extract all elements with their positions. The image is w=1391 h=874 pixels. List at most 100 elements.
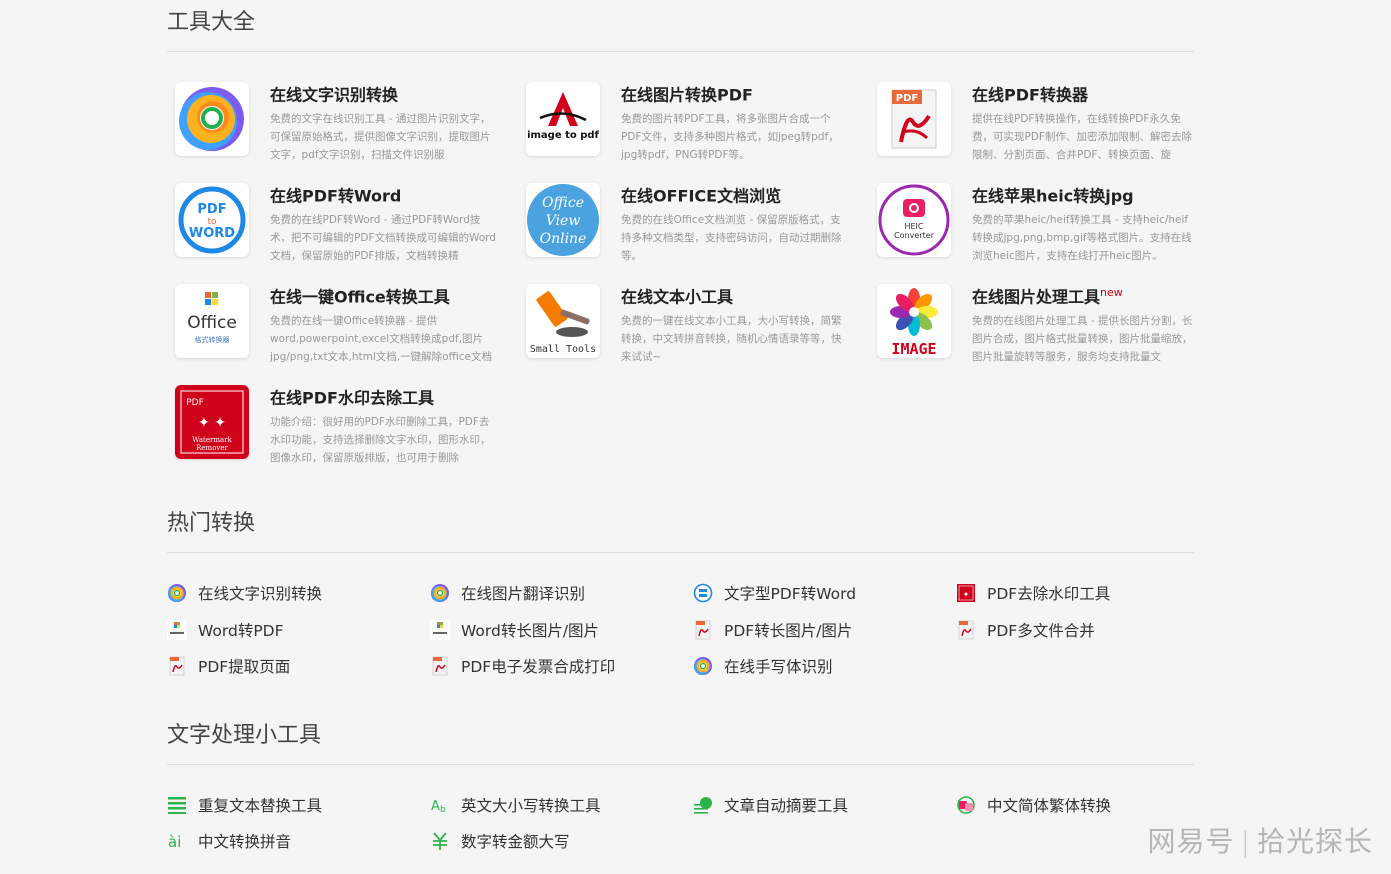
tool-card-office-converter[interactable]: Office 格式转换器 在线一键Office转换工具 免费的在线一键Offic… — [167, 284, 518, 363]
link-label: 在线文字识别转换 — [198, 585, 323, 604]
section-title-hot: 热门转换 — [167, 501, 1194, 553]
tool-desc: 免费的苹果heic/heif转换工具 - 支持heic/heif转换成jpg,p… — [972, 214, 1192, 263]
svg-text:b: b — [440, 805, 446, 815]
link-label: PDF多文件合并 — [987, 621, 1095, 640]
link-label: PDF提取页面 — [198, 658, 291, 677]
hot-link-pdf-extract[interactable]: PDF提取页面 — [167, 648, 430, 685]
text-links-grid: 重复文本替换工具 Ab 英文大小写转换工具 文章自动摘要工具 中文简体繁体转换 … — [167, 765, 1194, 874]
hot-link-word-to-image[interactable]: Word转长图片/图片 — [430, 612, 693, 649]
link-label: 数字转金额大写 — [461, 833, 570, 852]
text-link-replace[interactable]: 重复文本替换工具 — [167, 787, 430, 824]
tool-card-pdf-to-word[interactable]: PDF to WORD 在线PDF转Word 免费的在线PDF转Word - 通… — [167, 183, 518, 262]
hot-link-ocr[interactable]: 在线文字识别转换 — [167, 575, 430, 612]
summary-icon — [693, 795, 713, 815]
hot-link-word-to-pdf[interactable]: Word转PDF — [167, 612, 430, 649]
section-title-tools: 工具大全 — [167, 0, 1194, 52]
office-converter-icon: Office 格式转换器 — [175, 284, 249, 358]
link-label: 中文简体繁体转换 — [987, 796, 1112, 815]
tool-title[interactable]: 在线图片转换PDF — [621, 82, 849, 104]
pdf-to-word-icon: PDF to WORD — [175, 183, 249, 257]
tool-card-pdf-converter[interactable]: PDF 在线PDF转换器 提供在线PDF转换操作，在线转换PDF永久免费，可实现… — [869, 82, 1194, 161]
link-label: 在线图片翻译识别 — [461, 585, 586, 604]
image-flower-label: IMAGE — [891, 340, 936, 358]
tool-desc: 免费的文字在线识别工具 - 通过图片识别文字，可保留原始格式，提供图像文字识别，… — [270, 113, 491, 162]
ocr-ring-icon — [175, 82, 249, 156]
hot-link-handwriting[interactable]: 在线手写体识别 — [693, 648, 956, 685]
tool-card-office-view[interactable]: Office View Online 在线OFFICE文档浏览 免费的在线Off… — [518, 183, 869, 262]
tool-title[interactable]: 在线文字识别转换 — [270, 82, 498, 104]
pdf-converter-icon: PDF — [877, 82, 951, 156]
pdf-converter-icon — [430, 656, 450, 676]
tool-card-image-tools[interactable]: IMAGE 在线图片处理工具new 免费的在线图片处理工具 - 提供长图片分割，… — [869, 284, 1194, 363]
small-tools-label: Small Tools — [530, 344, 596, 355]
link-label: Word转PDF — [198, 621, 284, 640]
tool-desc: 免费的在线Office文档浏览 - 保留原版格式，支持多种文档类型，支持密码访问… — [621, 214, 842, 263]
tools-grid: 在线文字识别转换 免费的文字在线识别工具 - 通过图片识别文字，可保留原始格式，… — [167, 52, 1194, 501]
tool-card-watermark-remover[interactable]: PDF ✦ ✦ Watermark Remover 在线PDF水印去除工具 功能… — [167, 385, 518, 464]
hot-link-pdf-invoice[interactable]: PDF电子发票合成打印 — [430, 648, 693, 685]
tool-card-ocr[interactable]: 在线文字识别转换 免费的文字在线识别工具 - 通过图片识别文字，可保留原始格式，… — [167, 82, 518, 161]
tool-title[interactable]: 在线PDF转Word — [270, 183, 498, 205]
tool-card-small-tools[interactable]: Small Tools 在线文本小工具 免费的一键在线文本小工具，大小写转换，简… — [518, 284, 869, 363]
office-view-line3: Online — [540, 231, 587, 247]
tool-title[interactable]: 在线PDF转换器 — [972, 82, 1194, 104]
link-label: Word转长图片/图片 — [461, 621, 600, 640]
office-view-line2: View — [546, 213, 581, 229]
link-label: 重复文本替换工具 — [198, 796, 323, 815]
tool-title[interactable]: 在线一键Office转换工具 — [270, 284, 498, 306]
link-label: 中文转换拼音 — [198, 833, 292, 852]
tool-desc: 免费的图片转PDF工具，将多张图片合成一个PDF文件，支持多种图片格式，如jpe… — [621, 113, 839, 162]
watermark-remover-icon: ✦ — [956, 583, 976, 603]
pinyin-icon: ài — [167, 831, 187, 851]
text-link-case-convert[interactable]: Ab 英文大小写转换工具 — [430, 787, 693, 824]
link-label: PDF去除水印工具 — [987, 585, 1111, 604]
office-converter-line2: 格式转换器 — [195, 335, 230, 344]
office-view-online-icon: Office View Online — [526, 183, 600, 257]
tool-title[interactable]: 在线文本小工具 — [621, 284, 849, 306]
text-link-simplified-traditional[interactable]: 中文简体繁体转换 — [956, 787, 1194, 824]
link-label: 在线手写体识别 — [724, 658, 833, 677]
svg-text:A: A — [431, 799, 440, 814]
hot-link-pdf-merge[interactable]: PDF多文件合并 — [956, 612, 1194, 649]
watermark-remover-icon: PDF ✦ ✦ Watermark Remover — [175, 385, 249, 459]
tool-card-image-to-pdf[interactable]: image to pdf 在线图片转换PDF 免费的图片转PDF工具，将多张图片… — [518, 82, 869, 161]
site-watermark: 网易号 | 拾光探长 — [1147, 825, 1373, 858]
tool-title[interactable]: 在线图片处理工具new — [972, 284, 1194, 306]
hot-link-remove-watermark[interactable]: ✦ PDF去除水印工具 — [956, 575, 1194, 612]
text-link-currency[interactable]: 数字转金额大写 — [430, 823, 693, 860]
new-badge: new — [1100, 286, 1123, 299]
link-label: 文字型PDF转Word — [724, 585, 857, 604]
pdf-to-word-line3: WORD — [189, 226, 235, 241]
svg-text:ài: ài — [168, 833, 181, 851]
svg-text:✦ ✦: ✦ ✦ — [198, 415, 226, 431]
list-replace-icon — [167, 795, 187, 815]
tool-desc: 提供在线PDF转换操作，在线转换PDF永久免费，可实现PDF制作、加密添加限制、… — [972, 113, 1192, 162]
text-link-pinyin[interactable]: ài 中文转换拼音 — [167, 823, 430, 860]
link-label: PDF电子发票合成打印 — [461, 658, 616, 677]
ocr-ring-icon — [430, 583, 450, 603]
tool-desc: 功能介绍：很好用的PDF水印删除工具，PDF去水印功能，支持选择删除文字水印，图… — [270, 416, 491, 465]
tool-card-heic[interactable]: HEIC Converter 在线苹果heic转换jpg 免费的苹果heic/h… — [869, 183, 1194, 262]
hot-link-pdf-to-image[interactable]: PDF转长图片/图片 — [693, 612, 956, 649]
currency-icon — [430, 831, 450, 851]
heic-line1: HEIC — [904, 222, 923, 231]
pdf-converter-icon — [956, 620, 976, 640]
watermark-line2: Watermark — [192, 436, 232, 444]
heic-converter-icon: HEIC Converter — [877, 183, 951, 257]
tool-title[interactable]: 在线OFFICE文档浏览 — [621, 183, 849, 205]
section-title-text-tools: 文字处理小工具 — [167, 713, 1194, 765]
hot-link-image-translate[interactable]: 在线图片翻译识别 — [430, 575, 693, 612]
case-convert-icon: Ab — [430, 795, 450, 815]
ocr-ring-icon — [167, 583, 187, 603]
ocr-ring-icon — [693, 656, 713, 676]
svg-text:✦: ✦ — [963, 590, 970, 599]
simplified-traditional-icon — [956, 795, 976, 815]
link-label: 文章自动摘要工具 — [724, 796, 849, 815]
hot-link-pdf-to-word[interactable]: 文字型PDF转Word — [693, 575, 956, 612]
office-view-line1: Office — [542, 195, 584, 211]
image-to-pdf-icon: image to pdf — [526, 82, 600, 156]
text-link-summary[interactable]: 文章自动摘要工具 — [693, 787, 956, 824]
tool-title[interactable]: 在线PDF水印去除工具 — [270, 385, 498, 407]
tool-title[interactable]: 在线苹果heic转换jpg — [972, 183, 1194, 205]
image-to-pdf-label: image to pdf — [527, 130, 599, 141]
